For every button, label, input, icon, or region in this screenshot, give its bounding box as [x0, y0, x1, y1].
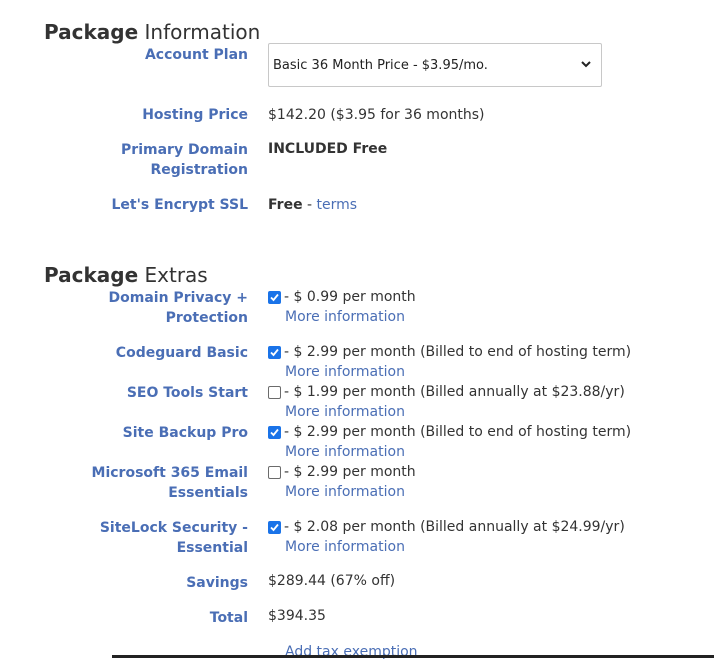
ssl-free-text: Free — [268, 197, 303, 213]
heading-rest: Information — [144, 20, 261, 44]
extra-price: - $ 2.08 per month (Billed annually at $… — [284, 519, 625, 535]
extra-label-line2: Essentials — [168, 485, 248, 501]
package-information-heading: Package Information — [44, 20, 260, 44]
extra-label-line1: SiteLock Security - — [99, 520, 248, 536]
extra-label: Domain Privacy + Protection — [0, 288, 248, 328]
account-plan-selected-value: Basic 36 Month Price - $3.95/mo. — [273, 57, 488, 73]
extra-price: - $ 0.99 per month — [284, 289, 416, 305]
hosting-price-label: Hosting Price — [142, 107, 248, 123]
extra-checkbox[interactable] — [268, 386, 281, 399]
ssl-value: Free - terms — [268, 195, 357, 215]
more-information-link[interactable]: More information — [285, 402, 405, 422]
extra-checkbox[interactable] — [268, 291, 281, 304]
primary-domain-label-line1: Primary Domain — [121, 142, 248, 158]
savings-label: Savings — [186, 575, 248, 591]
primary-domain-value: INCLUDED Free — [268, 141, 388, 157]
heading-rest: Extras — [144, 263, 208, 287]
ssl-label: Let's Encrypt SSL — [111, 197, 248, 213]
extra-label-line2: Protection — [165, 310, 248, 326]
primary-domain-label: Primary Domain Registration — [0, 140, 248, 180]
package-extras-heading: Package Extras — [44, 263, 208, 287]
primary-domain-label-line2: Registration — [150, 162, 248, 178]
savings-value: $289.44 (67% off) — [268, 573, 396, 589]
ssl-separator: - — [302, 197, 317, 213]
total-label: Total — [209, 610, 248, 626]
account-plan-select[interactable]: Basic 36 Month Price - $3.95/mo. — [268, 43, 602, 87]
account-plan-label: Account Plan — [144, 47, 248, 63]
more-information-link[interactable]: More information — [285, 537, 405, 557]
checkmark-icon — [270, 428, 279, 437]
extra-price: - $ 1.99 per month (Billed annually at $… — [284, 384, 625, 400]
more-information-link[interactable]: More information — [285, 442, 405, 462]
extra-label: Site Backup Pro — [0, 423, 248, 443]
heading-strong: Package — [44, 20, 139, 44]
extra-label: Codeguard Basic — [0, 343, 248, 363]
ssl-terms-link[interactable]: terms — [317, 197, 358, 213]
checkmark-icon — [270, 293, 279, 302]
heading-strong: Package — [44, 263, 139, 287]
extra-label-line1: Domain Privacy + — [108, 290, 248, 306]
extra-checkbox[interactable] — [268, 466, 281, 479]
hosting-price-value: $142.20 ($3.95 for 36 months) — [268, 107, 485, 123]
extra-label: Microsoft 365 Email Essentials — [0, 463, 248, 503]
extra-label-line1: Site Backup Pro — [122, 425, 248, 441]
extra-label-line1: Codeguard Basic — [115, 345, 248, 361]
extra-label-line1: SEO Tools Start — [126, 385, 248, 401]
more-information-link[interactable]: More information — [285, 482, 405, 502]
extra-price: - $ 2.99 per month (Billed to end of hos… — [284, 424, 632, 440]
more-information-link[interactable]: More information — [285, 307, 405, 327]
extra-label: SiteLock Security - Essential — [0, 518, 248, 558]
extra-price: - $ 2.99 per month — [284, 464, 416, 480]
more-information-link[interactable]: More information — [285, 362, 405, 382]
add-tax-exemption-link[interactable]: Add tax exemption — [285, 642, 418, 662]
extra-price: - $ 2.99 per month (Billed to end of hos… — [284, 344, 632, 360]
chevron-down-icon — [581, 61, 591, 68]
extra-checkbox[interactable] — [268, 521, 281, 534]
total-value: $394.35 — [268, 608, 326, 624]
extra-label: SEO Tools Start — [0, 383, 248, 403]
extra-label-line1: Microsoft 365 Email — [91, 465, 248, 481]
checkmark-icon — [270, 523, 279, 532]
checkmark-icon — [270, 348, 279, 357]
extra-checkbox[interactable] — [268, 346, 281, 359]
extra-checkbox[interactable] — [268, 426, 281, 439]
extra-label-line2: Essential — [176, 540, 248, 556]
